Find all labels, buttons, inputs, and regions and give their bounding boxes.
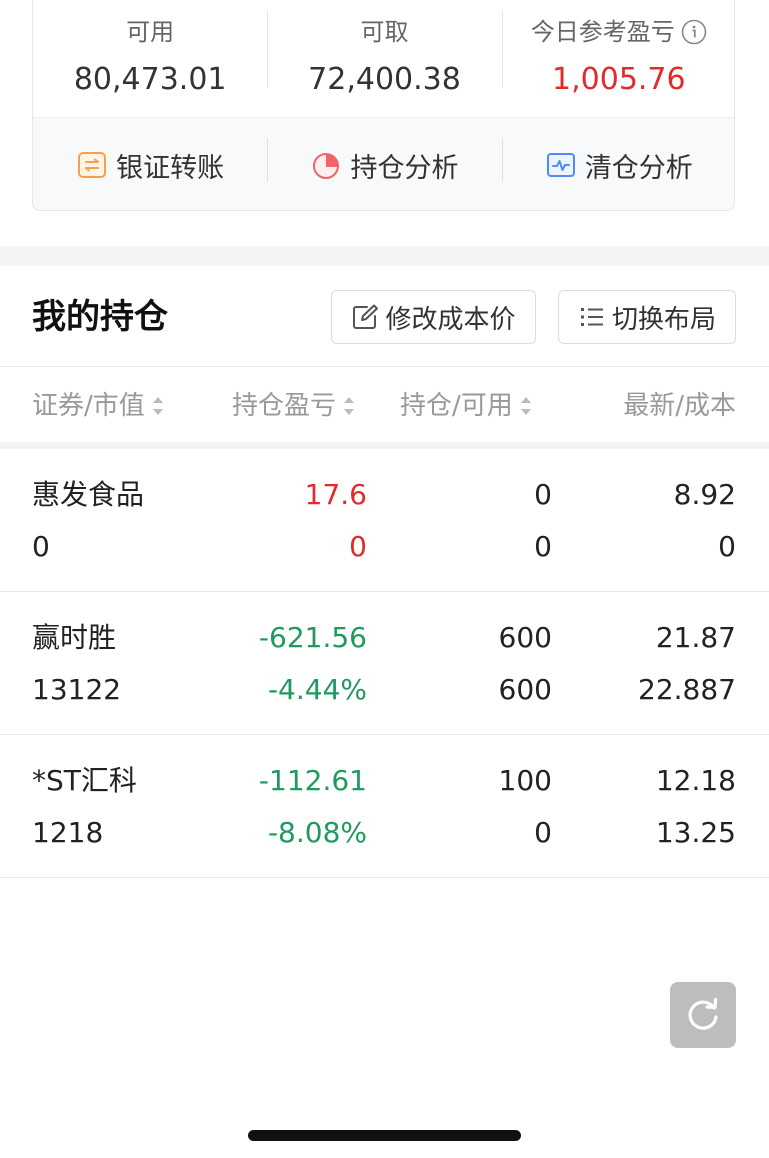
- table-row[interactable]: *ST汇科 1218 -112.61 -8.08% 100 0 12.18 13…: [0, 735, 769, 878]
- bank-transfer-icon: [76, 149, 108, 181]
- today-pnl-value: 1,005.76: [552, 62, 686, 97]
- position-analysis-button[interactable]: 持仓分析: [267, 118, 501, 210]
- available-quantity: 600: [498, 673, 552, 706]
- cost-price: 22.887: [638, 673, 736, 706]
- latest-price: 21.87: [655, 621, 736, 654]
- edit-icon: [351, 303, 379, 331]
- position-quantity: 600: [498, 621, 552, 654]
- section-separator: [0, 246, 769, 266]
- position-quantity: 0: [534, 478, 552, 511]
- table-header-separator: [0, 442, 769, 449]
- holdings-title: 我的持仓: [32, 297, 168, 337]
- clearance-analysis-label: 清仓分析: [584, 152, 693, 184]
- market-value: 1218: [32, 816, 104, 849]
- column-security-value[interactable]: 证券/市值: [32, 389, 165, 423]
- switch-layout-button[interactable]: 切换布局: [558, 290, 736, 344]
- home-indicator[interactable]: [248, 1130, 521, 1141]
- available-label: 可用: [126, 18, 175, 46]
- metric-available: 可用 80,473.01: [33, 0, 267, 117]
- table-row[interactable]: 惠发食品 0 17.6 0 0 0 8.92 0: [0, 449, 769, 592]
- position-pnl-percent: -8.08%: [267, 816, 367, 849]
- stock-name: *ST汇科: [32, 764, 137, 797]
- pie-chart-icon: [310, 149, 342, 181]
- today-pnl-label: 今日参考盈亏: [502, 17, 734, 47]
- withdrawable-label: 可取: [360, 18, 409, 46]
- line-chart-icon: [545, 149, 577, 181]
- metric-withdrawable: 可取 72,400.38: [267, 0, 501, 117]
- clearance-analysis-button[interactable]: 清仓分析: [501, 118, 734, 210]
- position-analysis-label: 持仓分析: [350, 152, 459, 184]
- table-row[interactable]: 赢时胜 13122 -621.56 -4.44% 600 600 21.87 2…: [0, 592, 769, 735]
- list-layout-icon: [578, 303, 606, 331]
- latest-price: 8.92: [673, 478, 736, 511]
- position-pnl: 17.6: [304, 478, 367, 511]
- position-pnl: -112.61: [258, 764, 367, 797]
- holdings-header: 我的持仓 修改成本价 切换布局: [0, 266, 769, 366]
- account-actions: 银证转账 持仓分析 清仓分析: [33, 117, 734, 210]
- account-card: 可用 80,473.01 可取 72,400.38 今日参考盈亏 1,005.7…: [32, 0, 735, 211]
- refresh-icon: [683, 995, 723, 1035]
- sort-icon: [519, 395, 533, 417]
- cost-price: 0: [718, 530, 736, 563]
- account-summary: 可用 80,473.01 可取 72,400.38 今日参考盈亏 1,005.7…: [0, 0, 769, 246]
- latest-price: 12.18: [655, 764, 736, 797]
- stock-name: 惠发食品: [32, 478, 145, 511]
- market-value: 13122: [32, 673, 122, 706]
- market-value: 0: [32, 530, 50, 563]
- cost-price: 13.25: [655, 816, 736, 849]
- available-quantity: 0: [534, 816, 552, 849]
- info-icon[interactable]: [681, 19, 707, 45]
- position-quantity: 100: [498, 764, 552, 797]
- column-latest-cost[interactable]: 最新/成本: [623, 389, 736, 423]
- table-column-headers: 证券/市值 持仓盈亏 持仓/可用 最新/成本: [0, 367, 769, 443]
- edit-cost-button[interactable]: 修改成本价: [331, 290, 536, 344]
- column-pnl[interactable]: 持仓盈亏: [232, 389, 356, 423]
- withdrawable-value: 72,400.38: [308, 62, 461, 97]
- switch-layout-label: 切换布局: [611, 304, 716, 335]
- position-pnl-percent: 0: [349, 530, 367, 563]
- bank-transfer-button[interactable]: 银证转账: [33, 118, 267, 210]
- position-pnl-percent: -4.44%: [267, 673, 367, 706]
- sort-icon: [151, 395, 165, 417]
- stock-name: 赢时胜: [32, 621, 117, 654]
- available-value: 80,473.01: [73, 62, 227, 97]
- position-pnl: -621.56: [258, 621, 367, 654]
- refresh-button[interactable]: [670, 982, 736, 1048]
- sort-icon: [342, 395, 356, 417]
- account-metrics: 可用 80,473.01 可取 72,400.38 今日参考盈亏 1,005.7…: [33, 0, 734, 117]
- available-quantity: 0: [534, 530, 552, 563]
- metric-today-pnl: 今日参考盈亏 1,005.76: [501, 0, 734, 117]
- bank-transfer-label: 银证转账: [116, 152, 225, 184]
- edit-cost-label: 修改成本价: [385, 304, 516, 335]
- column-position-available[interactable]: 持仓/可用: [400, 389, 533, 423]
